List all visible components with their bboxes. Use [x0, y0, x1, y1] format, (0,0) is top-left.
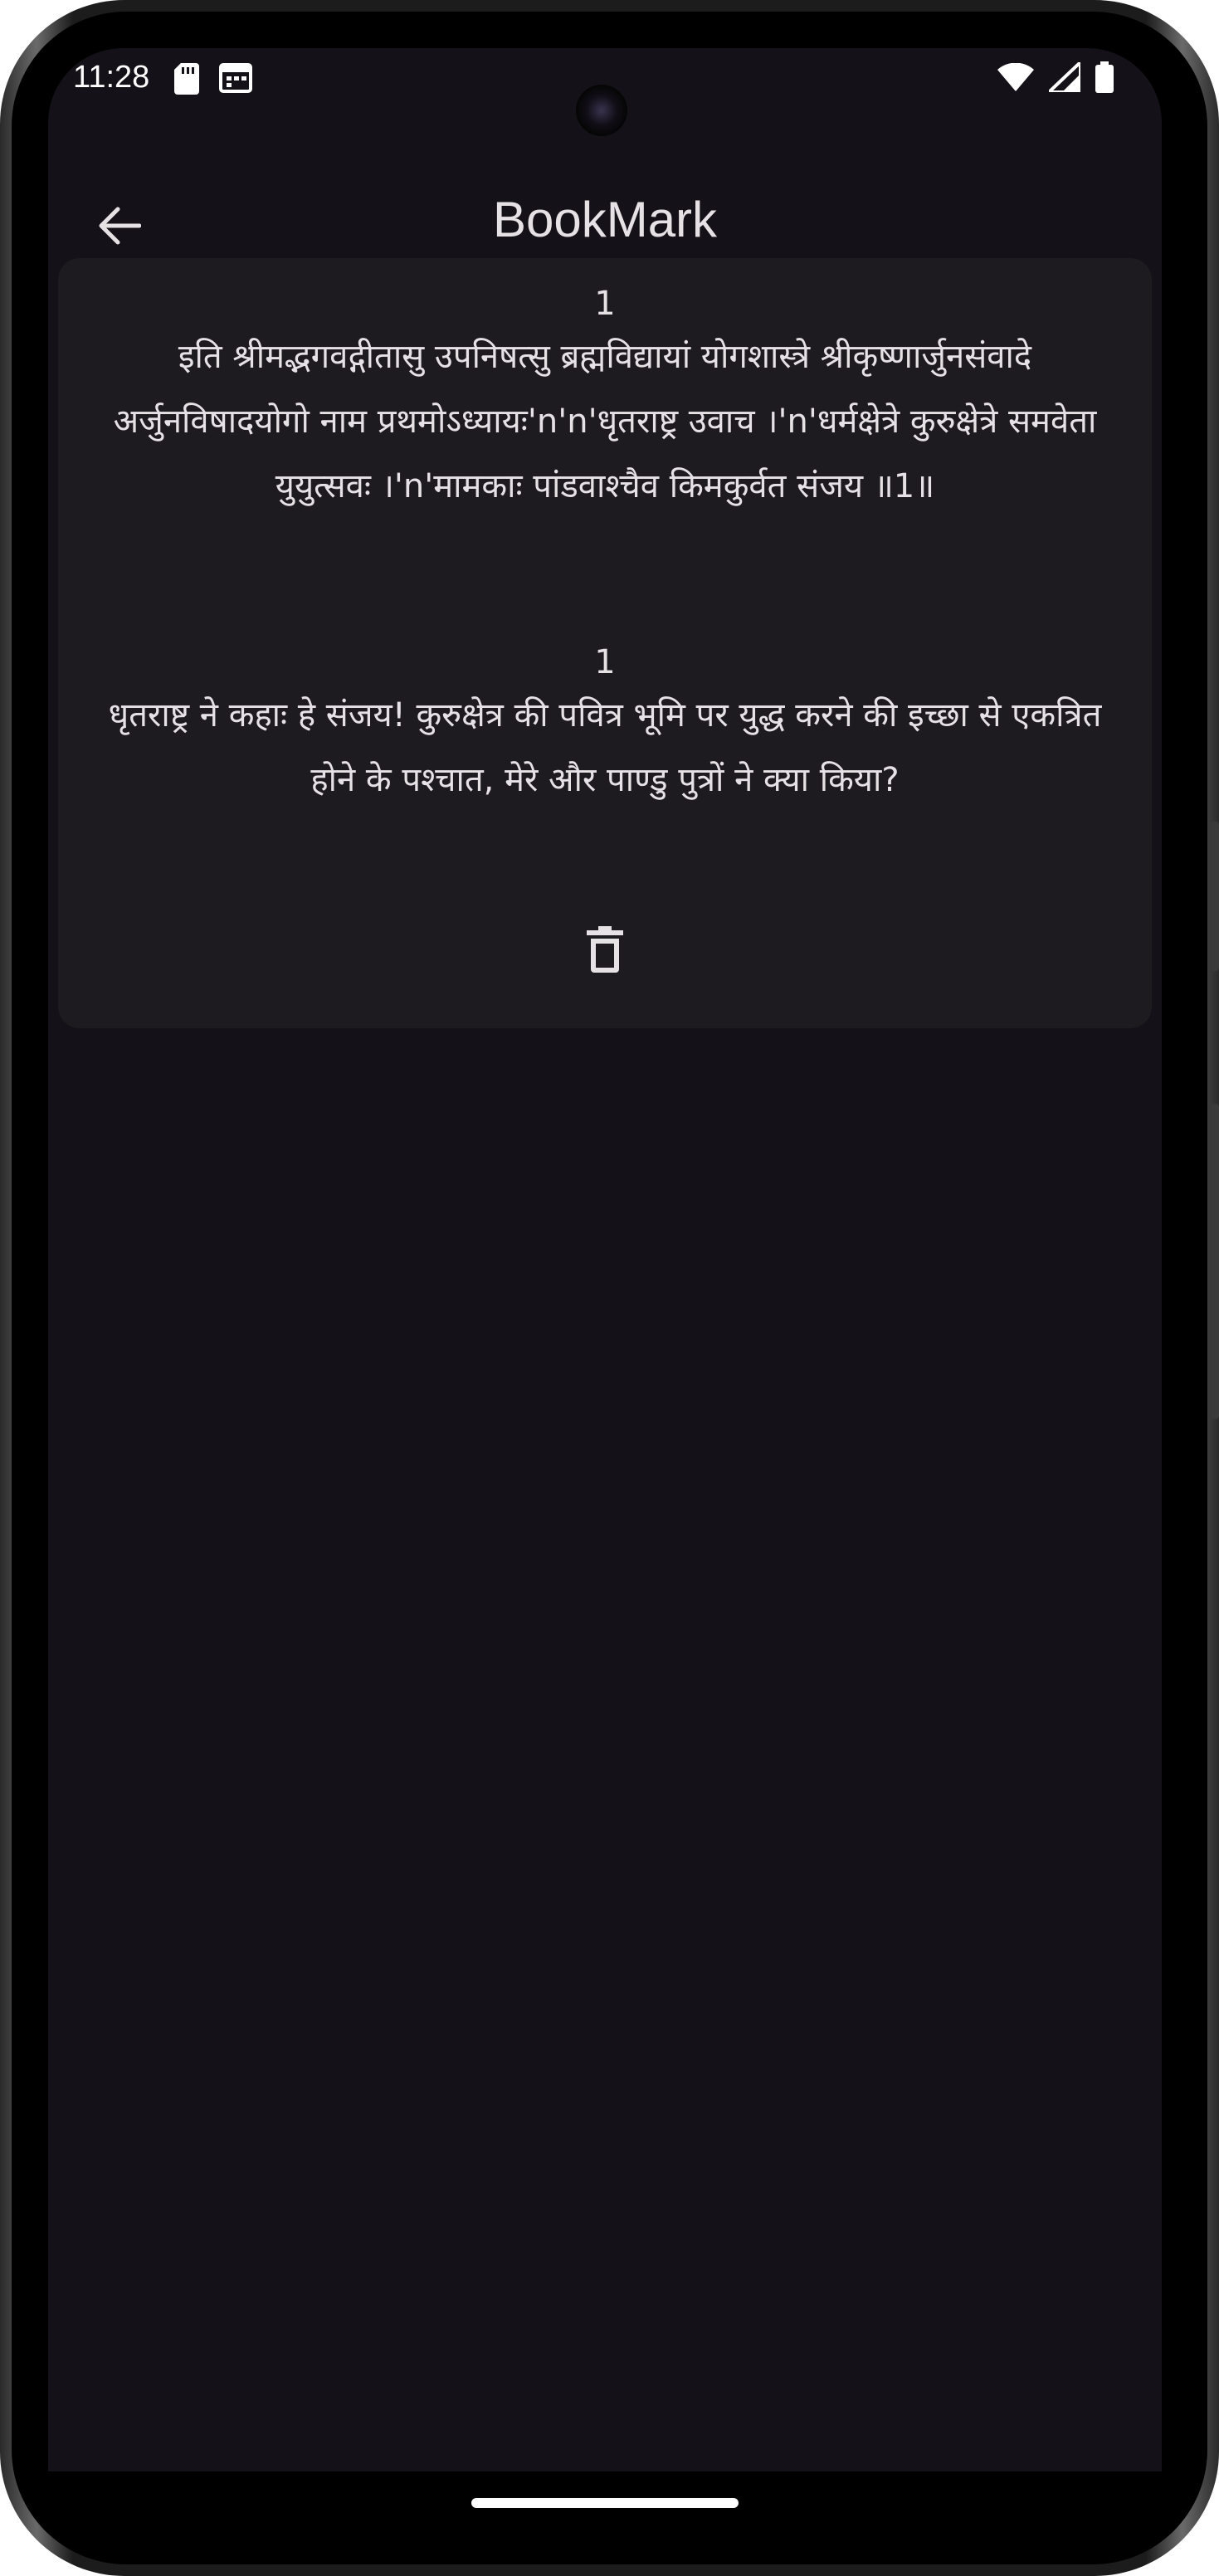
- translation-block: 1 धृतराष्ट्र ने कहाः हे संजय! कुरुक्षेत्…: [58, 642, 1152, 812]
- signal-icon: [1044, 58, 1082, 95]
- sanskrit-verse-block: 1 इति श्रीमद्भगवद्गीतासु उपनिषत्सु ब्रह्…: [58, 283, 1152, 519]
- sanskrit-verse-number: 1: [594, 285, 616, 323]
- volume-button: [1211, 822, 1219, 971]
- translation-number: 1: [594, 643, 616, 681]
- page-title: BookMark: [492, 192, 718, 247]
- delete-bookmark-button[interactable]: [576, 922, 634, 980]
- calendar-icon: [219, 63, 252, 98]
- status-icons-right: [997, 58, 1114, 96]
- battery-icon: [1095, 61, 1114, 96]
- translation-text: धृतराष्ट्र ने कहाः हे संजय! कुरुक्षेत्र …: [108, 696, 1102, 799]
- bookmark-card: 1 इति श्रीमद्भगवद्गीतासु उपनिषत्सु ब्रह्…: [58, 258, 1152, 1028]
- power-button: [1211, 1104, 1219, 1419]
- gesture-nav-bar: [48, 2471, 1162, 2530]
- phone-frame: 11:28 BookMark 1 इति श्रीमद्भगवद्गीतासु …: [0, 0, 1219, 2576]
- status-time: 11:28: [73, 60, 150, 95]
- sd-card-icon: [174, 63, 199, 98]
- status-icons-left: [174, 63, 252, 98]
- trash-icon: [587, 926, 623, 976]
- sanskrit-verse-text: इति श्रीमद्भगवद्गीतासु उपनिषत्सु ब्रह्मव…: [113, 338, 1097, 505]
- home-indicator[interactable]: [471, 2498, 739, 2508]
- front-camera: [576, 85, 627, 136]
- app-screen: 11:28 BookMark 1 इति श्रीमद्भगवद्गीतासु …: [48, 48, 1162, 2471]
- wifi-icon: [997, 62, 1034, 95]
